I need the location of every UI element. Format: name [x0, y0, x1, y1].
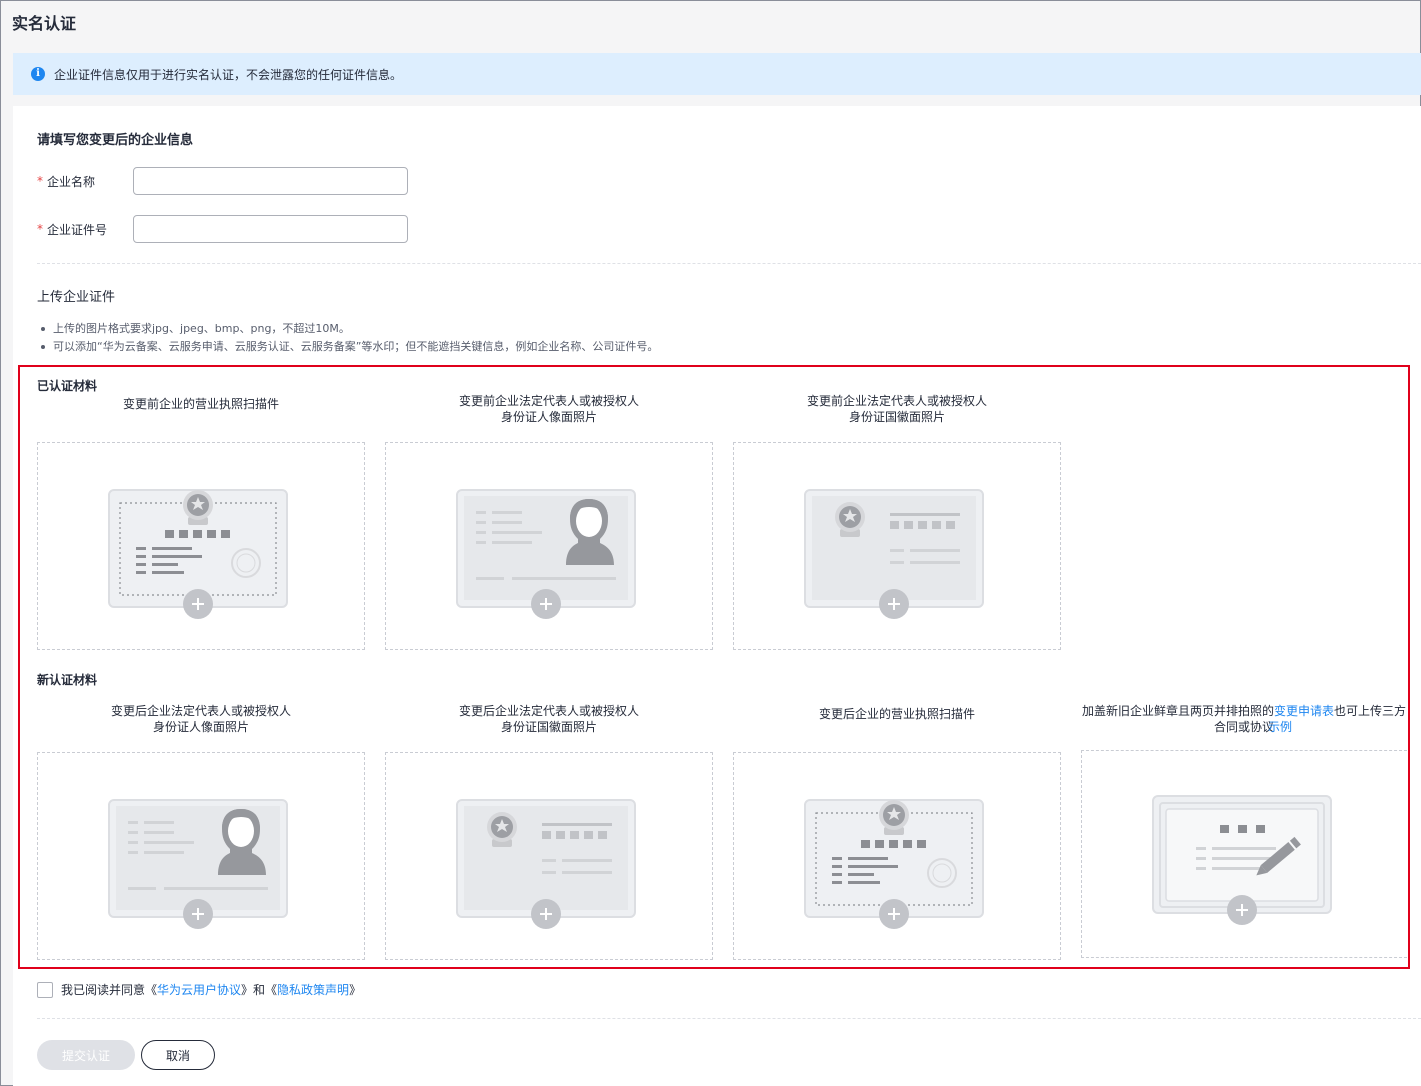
id-card-emblem-icon — [804, 483, 984, 633]
info-notice: i 企业证件信息仅用于进行实名认证，不会泄露您的任何证件信息。 — [13, 53, 1421, 95]
upload-rules: 上传的图片格式要求jpg、jpeg、bmp、png，不超过10M。 可以添加“华… — [37, 320, 658, 356]
slot-caption: 变更前企业的营业执照扫描件 — [122, 397, 279, 411]
id-card-emblem-icon — [456, 793, 636, 943]
required-mark: * — [37, 222, 43, 236]
company-name-row: * 企业名称 — [37, 167, 408, 195]
slot-caption: 变更后企业法定代表人或被授权人 身份证国徽面照片 — [458, 704, 639, 734]
slot-caption: 方合同或协议示例 — [1081, 719, 1407, 735]
company-id-label: 企业证件号 — [47, 222, 108, 237]
agreement-row: 我已阅读并同意《华为云用户协议》和《隐私政策声明》 — [37, 981, 361, 998]
user-agreement-link[interactable]: 华为云用户协议 — [157, 983, 241, 997]
slot-caption: 变更前企业法定代表人或被授权人 身份证国徽面照片 — [806, 394, 987, 424]
required-mark: * — [37, 174, 43, 188]
page-title: 实名认证 — [12, 14, 77, 33]
upload-old-id-emblem[interactable] — [733, 442, 1061, 650]
example-link[interactable]: 示例 — [1268, 720, 1292, 734]
notice-text: 企业证件信息仅用于进行实名认证，不会泄露您的任何证件信息。 — [54, 67, 403, 82]
upload-old-id-portrait[interactable] — [385, 442, 713, 650]
business-license-icon — [804, 793, 984, 943]
slot-caption: 变更后企业法定代表人或被授权人 身份证人像面照片 — [110, 704, 291, 734]
upload-new-business-license[interactable] — [733, 752, 1061, 960]
cancel-button[interactable]: 取消 — [141, 1040, 215, 1070]
new-materials-label: 新认证材料 — [37, 673, 98, 687]
signed-document-icon — [1152, 791, 1332, 941]
upload-change-request-form[interactable] — [1081, 750, 1407, 958]
certified-materials-label: 已认证材料 — [37, 379, 98, 393]
divider — [37, 263, 1421, 264]
company-id-row: * 企业证件号 — [37, 215, 408, 243]
id-card-portrait-icon — [456, 483, 636, 633]
upload-title: 上传企业证件 — [37, 290, 116, 305]
company-id-input[interactable] — [133, 215, 408, 243]
change-request-form-link[interactable]: 变更申请表 — [1274, 704, 1334, 718]
section-title: 请填写您变更后的企业信息 — [37, 133, 194, 148]
upload-old-business-license[interactable] — [37, 442, 365, 650]
agreement-checkbox[interactable] — [37, 981, 53, 998]
company-name-label: 企业名称 — [47, 174, 96, 189]
id-card-portrait-icon — [108, 793, 288, 943]
business-license-icon — [108, 483, 288, 633]
upload-new-id-emblem[interactable] — [385, 752, 713, 960]
upload-rule: 上传的图片格式要求jpg、jpeg、bmp、png，不超过10M。 — [37, 320, 658, 338]
privacy-policy-link[interactable]: 隐私政策声明 — [277, 983, 349, 997]
upload-new-id-portrait[interactable] — [37, 752, 365, 960]
info-icon: i — [31, 67, 45, 81]
slot-caption: 变更前企业法定代表人或被授权人 身份证人像面照片 — [458, 394, 639, 424]
slot-caption: 变更后企业的营业执照扫描件 — [818, 707, 975, 721]
upload-rule: 可以添加“华为云备案、云服务申请、云服务认证、云服务备案”等水印；但不能遮挡关键… — [37, 338, 658, 356]
submit-button[interactable]: 提交认证 — [37, 1040, 135, 1070]
company-name-input[interactable] — [133, 167, 408, 195]
divider — [37, 1018, 1421, 1019]
